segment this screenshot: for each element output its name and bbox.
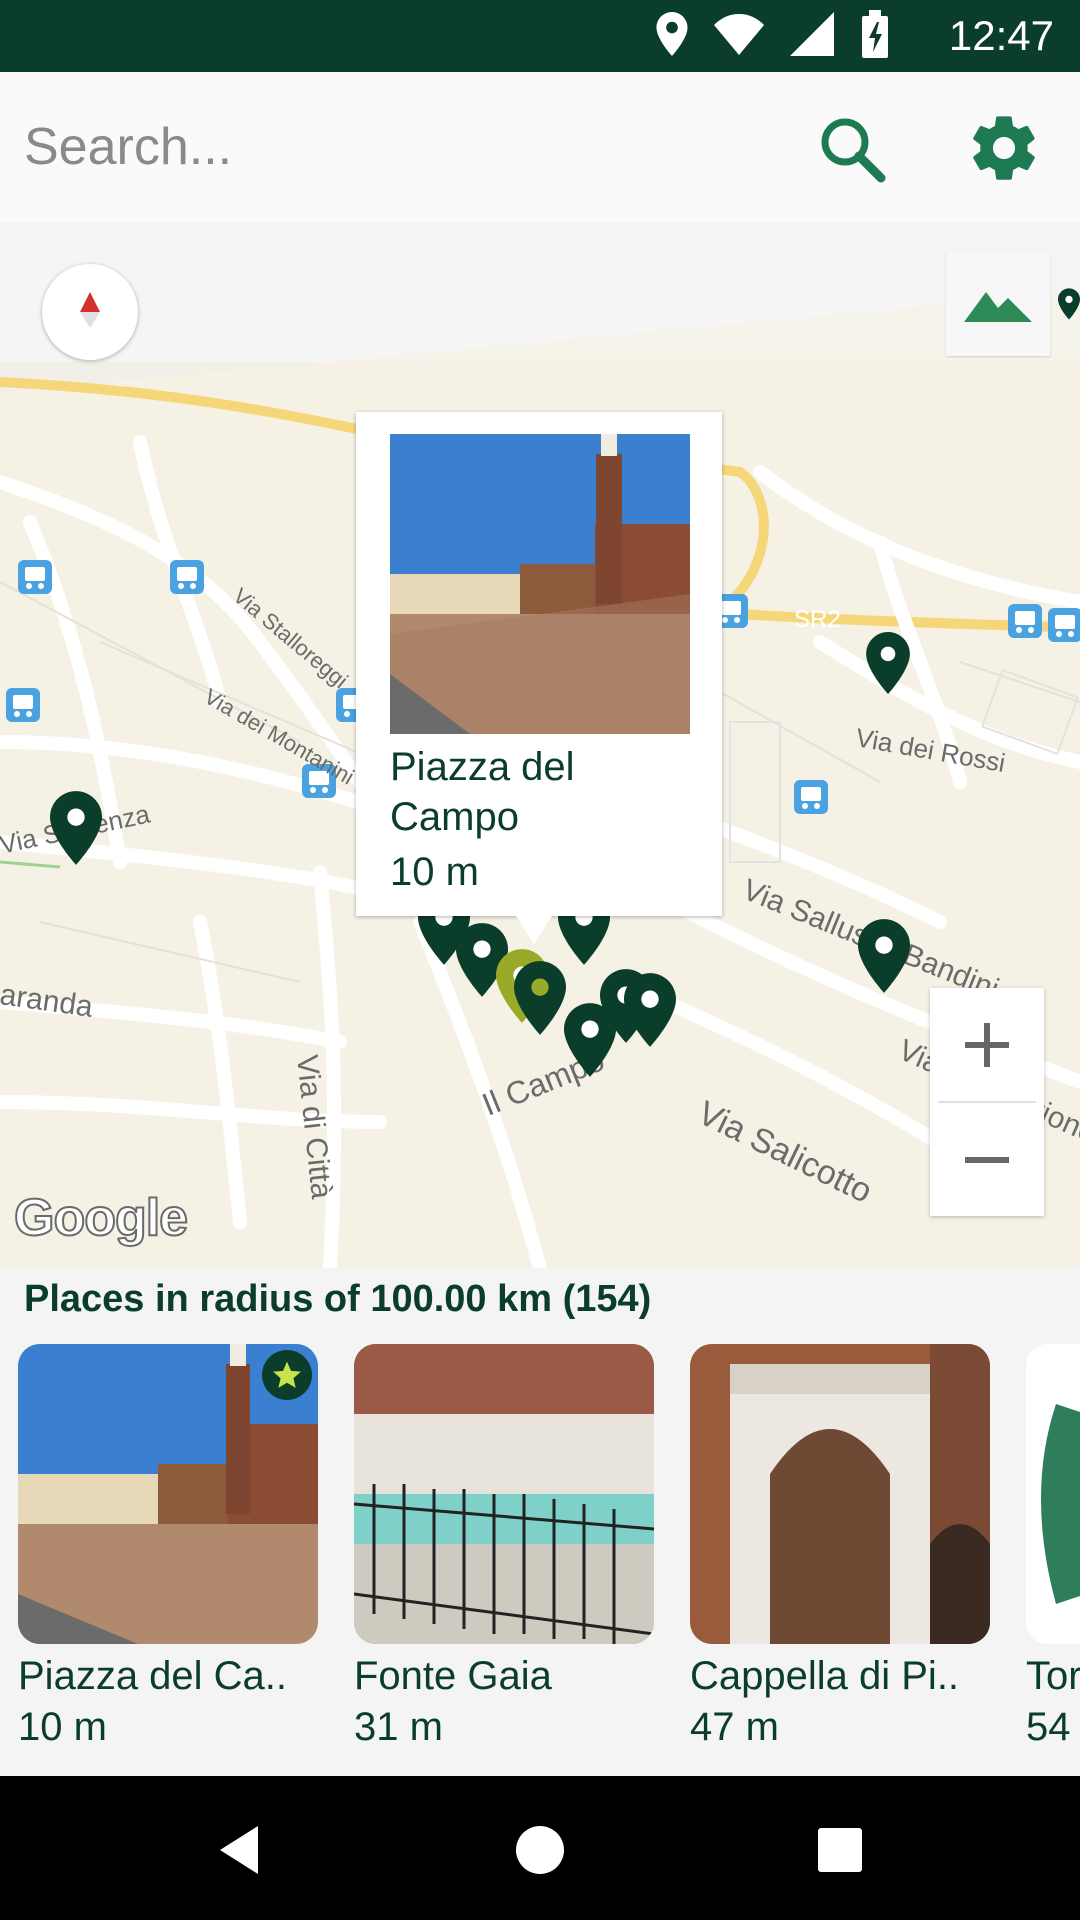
status-icons	[656, 10, 890, 58]
navigation-bar	[0, 1776, 1080, 1920]
map-marker-icon[interactable]	[858, 918, 910, 994]
zoom-in-button[interactable]	[930, 988, 1044, 1101]
search-button[interactable]	[815, 112, 889, 186]
map-marker-icon[interactable]	[624, 972, 676, 1048]
info-window-pointer	[516, 916, 552, 944]
info-window-distance: 10 m	[390, 850, 479, 894]
place-thumbnail	[354, 1344, 654, 1644]
place-name: Piazza del Ca..	[18, 1654, 288, 1698]
plus-icon	[965, 1022, 1009, 1067]
place-distance: 47 m	[690, 1705, 779, 1749]
compass-icon	[80, 292, 100, 328]
places-panel: Places in radius of 100.00 km (154) Piaz…	[0, 1268, 1080, 1776]
place-card[interactable]: Fonte Gaia 31 m	[354, 1344, 654, 1750]
back-icon[interactable]	[210, 1820, 270, 1880]
settings-button[interactable]	[966, 110, 1042, 186]
recents-icon[interactable]	[810, 1820, 870, 1880]
place-distance: 31 m	[354, 1705, 443, 1749]
mountain-icon	[964, 292, 1032, 322]
zoom-out-button[interactable]	[930, 1103, 1044, 1216]
home-icon[interactable]	[510, 1820, 570, 1880]
terrain-button[interactable]	[946, 252, 1050, 356]
compass-button[interactable]	[42, 264, 138, 360]
place-card[interactable]: Cappella di Pi.. 47 m	[690, 1344, 990, 1750]
places-header: Places in radius of 100.00 km (154)	[24, 1278, 652, 1320]
gear-icon	[973, 116, 1035, 180]
battery-icon	[862, 10, 888, 58]
status-time: 12:47	[948, 12, 1054, 59]
place-name: Tor	[1026, 1654, 1080, 1698]
info-window[interactable]: Piazza del Campo 10 m	[356, 412, 722, 944]
status-bar: 12:47	[0, 0, 1080, 72]
signal-icon	[790, 12, 834, 56]
minus-icon	[965, 1156, 1009, 1163]
place-photo	[390, 434, 690, 734]
map-view[interactable]: Via Stalloreggi Via dei Montanini Via de…	[0, 222, 1080, 1268]
map-marker-icon[interactable]	[514, 960, 566, 1036]
zoom-controls	[930, 988, 1044, 1216]
place-card[interactable]: Tor 54	[1026, 1344, 1080, 1750]
place-distance: 54	[1026, 1705, 1071, 1749]
place-name: Fonte Gaia	[354, 1654, 552, 1698]
place-thumbnail	[1026, 1344, 1080, 1644]
info-window-title: Piazza del Campo	[390, 745, 575, 839]
place-thumbnail	[690, 1344, 990, 1644]
search-input[interactable]	[24, 114, 784, 180]
location-icon	[656, 12, 688, 56]
map-marker-icon[interactable]	[866, 632, 910, 694]
road-label: SR2	[794, 606, 841, 633]
favorite-badge	[262, 1350, 312, 1400]
search-icon	[821, 118, 886, 183]
search-bar	[0, 72, 1080, 222]
google-logo: Google	[13, 1188, 189, 1248]
placeholder-icon	[1041, 1404, 1080, 1604]
map-marker-icon[interactable]	[50, 790, 102, 866]
star-icon	[273, 1361, 301, 1388]
places-carousel[interactable]: Piazza del Ca.. 10 m Fonte Gaia 31 m Cap…	[18, 1344, 1080, 1750]
place-card[interactable]: Piazza del Ca.. 10 m	[18, 1344, 318, 1750]
place-thumbnail	[18, 1344, 318, 1644]
map-marker-icon[interactable]	[564, 1002, 616, 1078]
map-marker-icon[interactable]	[1058, 288, 1080, 320]
place-distance: 10 m	[18, 1705, 107, 1749]
wifi-icon	[714, 14, 764, 55]
place-name: Cappella di Pi..	[690, 1654, 960, 1698]
